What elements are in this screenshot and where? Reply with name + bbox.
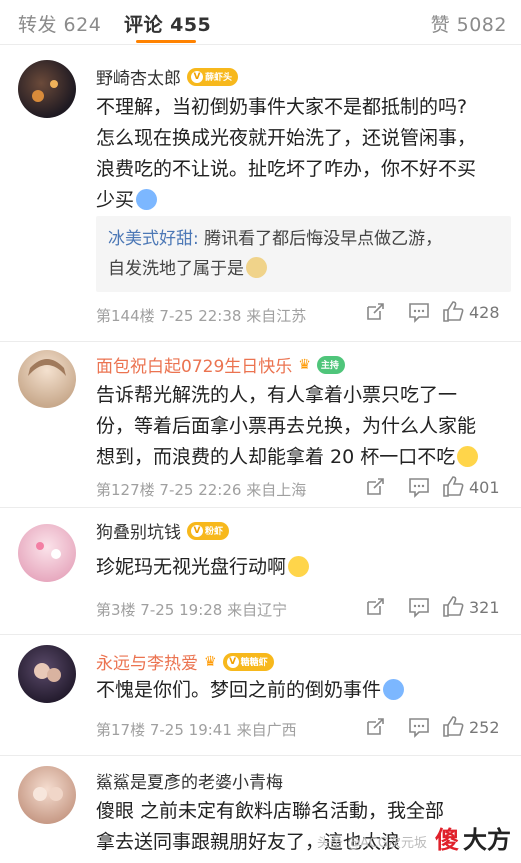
comment-icon[interactable] — [397, 301, 441, 323]
username[interactable]: 鯊鯊是夏彥的老婆小青梅 — [96, 768, 283, 793]
watermark: 头条 @ACG次元坂 傻 大方 — [317, 820, 511, 855]
fan-badge: V 粉虾 — [187, 521, 230, 540]
like-count: 401 — [469, 477, 500, 497]
avatar[interactable] — [18, 645, 76, 703]
fan-badge: V 糖糖虾 — [222, 652, 274, 671]
avatar[interactable] — [18, 350, 76, 408]
username[interactable]: 永远与李热爱 — [96, 649, 198, 674]
thumbs-up-icon — [443, 596, 464, 617]
thinking-emoji-icon — [457, 446, 479, 467]
share-icon[interactable] — [353, 596, 397, 618]
badge-v-icon: V — [191, 524, 203, 537]
share-icon[interactable] — [353, 476, 397, 498]
comment-meta: 第3楼 7-25 19:28 来自辽宁 — [96, 601, 288, 619]
comment-text: 告诉帮光解洗的人，有人拿着小票只吃了一 份，等着后面拿小票再去兑换，为什么人家能… — [96, 380, 511, 473]
watermark-logo-part1: 傻 — [435, 826, 459, 854]
shrug-emoji-icon — [383, 679, 405, 700]
comment-icon[interactable] — [397, 716, 441, 738]
reply-quote[interactable]: 冰美式好甜: 腾讯看了都后悔没早点做乙游， 自发洗地了属于是 — [96, 216, 511, 292]
comment-item: 野崎杏太郎 V 薛虾头 不理解，当初倒奶事件大家不是都抵制的吗? 怎么现在换成光夜… — [0, 44, 521, 342]
comment-meta: 第127楼 7-25 22:26 来自上海 — [96, 481, 307, 499]
tab-reposts[interactable]: 转发 624 — [18, 10, 101, 37]
comment-meta: 第144楼 7-25 22:38 来自江苏 — [96, 307, 307, 325]
fan-badge: V 薛虾头 — [187, 67, 239, 86]
comment-text: 不愧是你们。梦回之前的倒奶事件 — [96, 675, 511, 706]
sleepy-emoji-icon — [288, 556, 310, 577]
badge-v-icon: V — [191, 70, 203, 83]
comment-text: 不理解，当初倒奶事件大家不是都抵制的吗? 怎么现在换成光夜就开始洗了，还说管闲事… — [96, 96, 477, 211]
comment-text: 珍妮玛无视光盘行动啊 — [96, 552, 511, 583]
thumbs-up-icon — [443, 301, 464, 322]
like-button[interactable]: 321 — [441, 595, 511, 619]
comment-meta: 第17楼 7-25 19:41 来自广西 — [96, 721, 297, 739]
watermark-logo-part2: 大方 — [463, 826, 511, 854]
avatar[interactable] — [18, 766, 76, 824]
comment-icon[interactable] — [397, 476, 441, 498]
host-badge: 主持 — [316, 355, 345, 374]
thumbs-up-icon — [443, 476, 464, 497]
crown-icon: ♛ — [298, 356, 311, 373]
like-count: 252 — [469, 717, 500, 737]
username[interactable]: 野崎杏太郎 — [96, 64, 181, 89]
tab-comments[interactable]: 评论 455 — [124, 10, 211, 37]
doge-emoji-icon — [246, 257, 267, 278]
avatar[interactable] — [18, 524, 76, 582]
share-icon[interactable] — [353, 716, 397, 738]
username[interactable]: 面包祝白起0729生日快乐 — [96, 352, 292, 377]
comment-item: 面包祝白起0729生日快乐 ♛ 主持 告诉帮光解洗的人，有人拿着小票只吃了一 份… — [0, 342, 521, 507]
share-icon[interactable] — [353, 301, 397, 323]
crown-icon: ♛ — [204, 653, 217, 670]
crying-emoji-icon — [136, 189, 158, 210]
like-button[interactable]: 252 — [441, 715, 511, 739]
comment-icon[interactable] — [397, 596, 441, 618]
comment-tabs: 转发 624 评论 455 赞 5082 — [0, 0, 521, 45]
like-button[interactable]: 428 — [441, 300, 511, 324]
like-button[interactable]: 401 — [441, 475, 511, 499]
watermark-source: 头条 @ACG次元坂 — [317, 836, 427, 851]
thumbs-up-icon — [443, 716, 464, 737]
tab-likes[interactable]: 赞 5082 — [431, 10, 507, 37]
username[interactable]: 狗叠别坑钱 — [96, 518, 181, 543]
like-count: 321 — [469, 597, 500, 617]
comment-item: 永远与李热爱 ♛ V 糖糖虾 不愧是你们。梦回之前的倒奶事件 第17楼 7-25 … — [0, 635, 521, 755]
badge-v-icon: V — [226, 655, 239, 668]
comment-item: 狗叠别坑钱 V 粉虾 珍妮玛无视光盘行动啊 第3楼 7-25 19:28 来自辽宁… — [0, 508, 521, 634]
active-tab-indicator — [136, 40, 196, 43]
avatar[interactable] — [18, 60, 76, 118]
reply-username[interactable]: 冰美式好甜: — [108, 229, 199, 249]
like-count: 428 — [469, 302, 500, 322]
